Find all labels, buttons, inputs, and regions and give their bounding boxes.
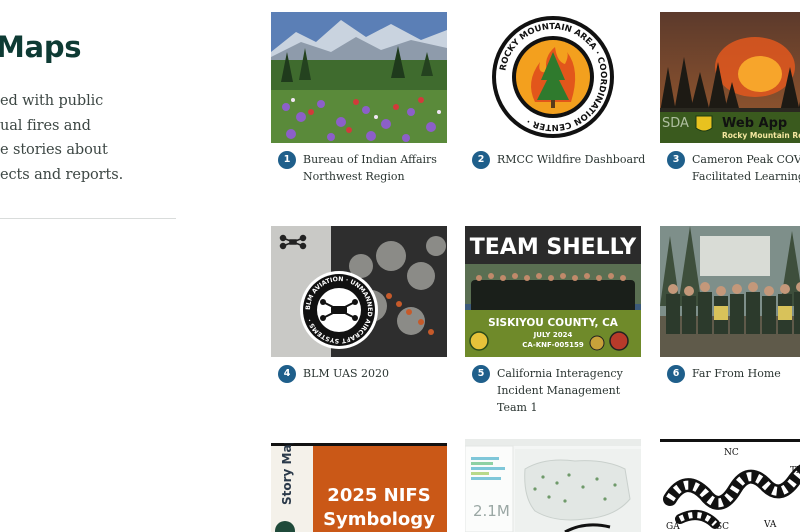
gallery-card-cameron-peak[interactable]: SDA Web App Rocky Mountain Rese 3 Camero… bbox=[660, 12, 800, 185]
card-thumbnail-dashboard-screenshot[interactable]: 2.1M bbox=[465, 439, 641, 532]
story-gallery: 1 Bureau of Indian Affairs Northwest Reg… bbox=[0, 0, 800, 532]
stat-value: 2.1M bbox=[473, 502, 510, 520]
card-title[interactable]: Far From Home bbox=[692, 365, 800, 382]
map-label-va: VA bbox=[763, 520, 777, 530]
card-title[interactable]: Bureau of Indian Affairs Northwest Regio… bbox=[303, 151, 447, 185]
card-thumbnail-wildflower-meadow[interactable] bbox=[271, 12, 447, 143]
card-title[interactable]: California Interagency Incident Manageme… bbox=[497, 365, 641, 416]
card-number-badge: 6 bbox=[667, 365, 685, 383]
map-label-tx: TX bbox=[790, 466, 800, 476]
card-number-badge: 4 bbox=[278, 365, 296, 383]
gallery-card-far-from-home[interactable]: 6 Far From Home bbox=[660, 226, 800, 383]
team-title: TEAM SHELLY bbox=[470, 235, 638, 260]
card-caption[interactable]: 6 Far From Home bbox=[660, 365, 800, 383]
card-number-badge: 1 bbox=[278, 151, 296, 169]
corner-text: SDA bbox=[662, 116, 689, 131]
card-caption[interactable]: 4 BLM UAS 2020 bbox=[271, 365, 447, 383]
poster-title-line1: 2025 NIFS bbox=[327, 485, 430, 506]
card-thumbnail-blm-aviation[interactable]: BLM AVIATION · UNMANNED AIRCRAFT SYSTEMS… bbox=[271, 226, 447, 357]
map-label-ga: GA bbox=[666, 522, 680, 532]
card-title[interactable]: Cameron Peak COVID-19 Facilitated Learni… bbox=[692, 151, 800, 185]
card-thumbnail-forest-fire[interactable]: SDA Web App Rocky Mountain Rese bbox=[660, 12, 800, 143]
card-thumbnail-crew-photo[interactable] bbox=[660, 226, 800, 357]
gallery-card-rmcc-dashboard[interactable]: ROCKY MOUNTAIN AREA · COORDINATION CENTE… bbox=[465, 12, 645, 169]
gallery-card-snake-map[interactable]: NC TX GA SC VA bbox=[660, 439, 800, 532]
card-thumbnail-nifs-poster[interactable]: Story Map 2025 NIFS Symbology bbox=[271, 443, 447, 532]
date-text: JULY 2024 bbox=[533, 331, 573, 339]
card-caption[interactable]: 2 RMCC Wildfire Dashboard bbox=[465, 151, 645, 169]
incident-id-text: CA-KNF-005159 bbox=[522, 341, 584, 349]
card-number-badge: 5 bbox=[472, 365, 490, 383]
card-thumbnail-team-shelly[interactable]: TEAM SHELLY SISKIYOU COUNTY, CA JULY 202… bbox=[465, 226, 641, 357]
card-number-badge: 3 bbox=[667, 151, 685, 169]
card-thumbnail-snake-illustration[interactable]: NC TX GA SC VA bbox=[660, 439, 800, 532]
map-label-sc: SC bbox=[716, 522, 729, 532]
card-thumbnail-rmcc-logo[interactable]: ROCKY MOUNTAIN AREA · COORDINATION CENTE… bbox=[465, 12, 641, 143]
gallery-card-nifs-symbology[interactable]: Story Map 2025 NIFS Symbology bbox=[271, 443, 447, 532]
story-map-label: Story Map bbox=[280, 443, 294, 505]
gallery-card-dashboard-map[interactable]: 2.1M bbox=[465, 439, 641, 532]
map-label-nc: NC bbox=[724, 448, 739, 458]
card-caption[interactable]: 3 Cameron Peak COVID-19 Facilitated Lear… bbox=[660, 151, 800, 185]
card-caption[interactable]: 1 Bureau of Indian Affairs Northwest Reg… bbox=[271, 151, 447, 185]
banner-subtitle: Rocky Mountain Rese bbox=[722, 131, 800, 140]
card-caption[interactable]: 5 California Interagency Incident Manage… bbox=[465, 365, 641, 416]
web-app-banner: Web App bbox=[722, 116, 787, 131]
county-text: SISKIYOU COUNTY, CA bbox=[488, 317, 619, 329]
gallery-card-blm-uas[interactable]: BLM AVIATION · UNMANNED AIRCRAFT SYSTEMS… bbox=[271, 226, 447, 383]
poster-title-line2: Symbology bbox=[323, 509, 435, 530]
gallery-card-bia-northwest[interactable]: 1 Bureau of Indian Affairs Northwest Reg… bbox=[271, 12, 447, 185]
card-title[interactable]: BLM UAS 2020 bbox=[303, 365, 447, 382]
gallery-card-ca-interagency-imt1[interactable]: TEAM SHELLY SISKIYOU COUNTY, CA JULY 202… bbox=[465, 226, 641, 416]
card-number-badge: 2 bbox=[472, 151, 490, 169]
card-title[interactable]: RMCC Wildfire Dashboard bbox=[497, 151, 645, 168]
